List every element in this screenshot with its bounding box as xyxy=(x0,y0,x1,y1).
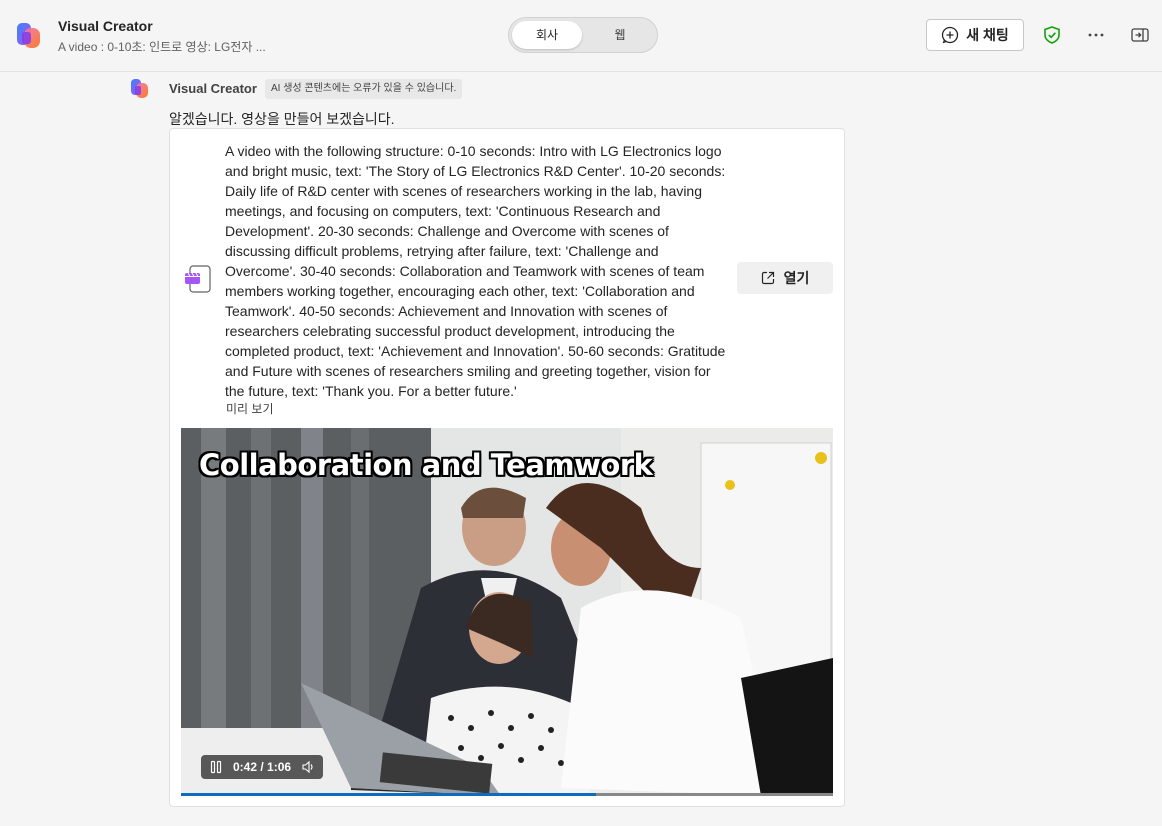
visual-creator-logo xyxy=(17,23,40,48)
new-chat-label: 새 채팅 xyxy=(966,27,1009,43)
sender-name: Visual Creator xyxy=(169,81,257,96)
preview-label: 미리 보기 xyxy=(226,402,274,416)
toggle-option-web[interactable]: 웹 xyxy=(585,21,655,49)
video-file-icon xyxy=(185,265,211,293)
open-button-label: 열기 xyxy=(783,270,810,286)
scope-toggle: 회사 웹 xyxy=(508,17,658,53)
volume-button[interactable] xyxy=(299,758,317,776)
video-controls: 0:42 / 1:06 xyxy=(201,755,324,779)
volume-icon xyxy=(302,760,313,774)
pause-button[interactable] xyxy=(207,758,225,776)
video-progress-bar[interactable] xyxy=(181,793,833,796)
video-caption: Collaboration and Teamwork xyxy=(199,448,653,482)
app-subtitle: A video : 0-10초: 인트로 영상: LG전자 ... xyxy=(58,40,266,54)
video-time: 0:42 / 1:06 xyxy=(233,760,292,774)
ai-notice-badge: AI 생성 콘텐츠에는 오류가 있을 수 있습니다. xyxy=(265,79,463,99)
more-icon[interactable] xyxy=(1085,24,1107,46)
new-chat-icon xyxy=(942,26,959,44)
pause-icon xyxy=(210,760,222,774)
video-progress-fill xyxy=(181,793,596,796)
bot-avatar-icon xyxy=(131,79,148,98)
video-card: A video with the following structure: 0-… xyxy=(169,128,845,807)
video-player[interactable]: Collaboration and Teamwork 0:42 / 1:06 xyxy=(181,428,833,796)
open-external-icon xyxy=(761,271,774,285)
header: Visual Creator A video : 0-10초: 인트로 영상: … xyxy=(0,0,1162,72)
video-prompt-text: A video with the following structure: 0-… xyxy=(225,143,726,399)
video-frame-image xyxy=(181,428,833,796)
new-chat-button[interactable]: 새 채팅 xyxy=(926,19,1024,51)
sidebar-toggle-icon[interactable] xyxy=(1129,24,1151,46)
app-title: Visual Creator xyxy=(58,18,153,34)
shield-check-icon[interactable] xyxy=(1041,24,1063,46)
open-button[interactable]: 열기 xyxy=(737,262,833,294)
toggle-option-company[interactable]: 회사 xyxy=(512,21,582,49)
reply-text: 알겠습니다. 영상을 만들어 보겠습니다. xyxy=(169,111,395,127)
